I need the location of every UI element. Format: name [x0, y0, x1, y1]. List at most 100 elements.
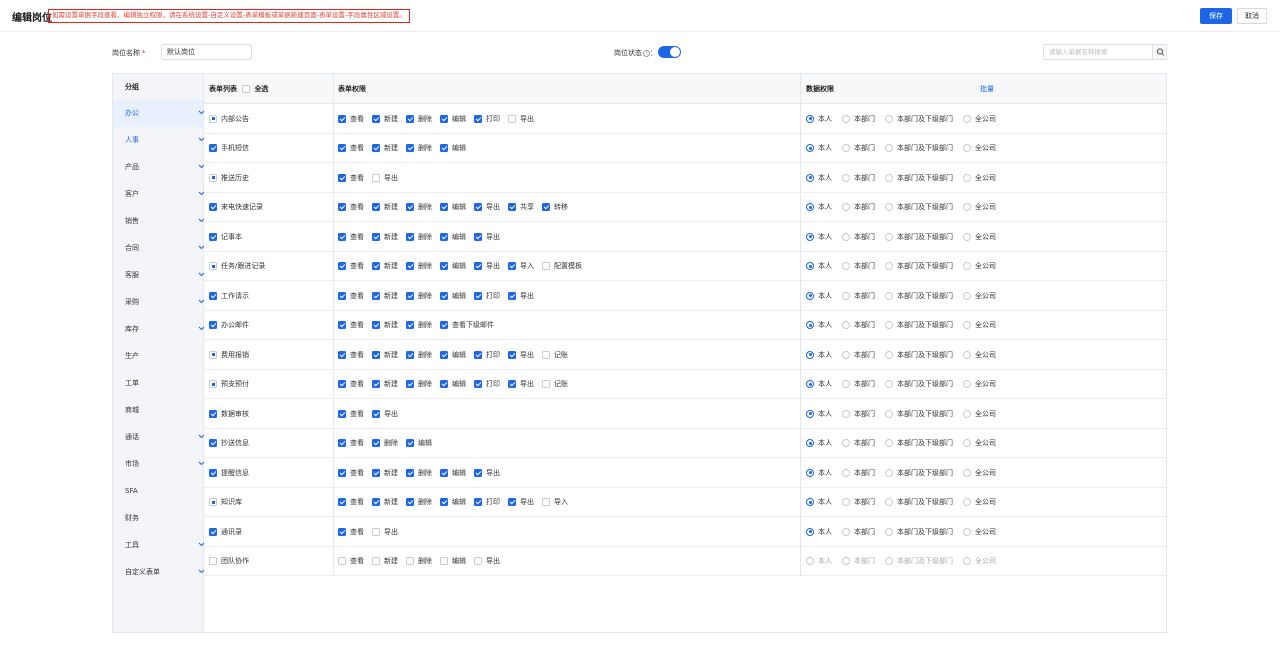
permission-option[interactable]: 导出	[508, 114, 534, 124]
sidebar-group[interactable]: 工单	[113, 370, 203, 397]
scope-radio[interactable]	[842, 232, 850, 241]
permission-option[interactable]: 编辑	[440, 232, 466, 242]
permission-checkbox[interactable]	[338, 321, 346, 329]
scope-radio[interactable]	[885, 557, 893, 565]
permission-option[interactable]: 查看	[338, 143, 364, 153]
scope-option[interactable]: 全公司	[963, 114, 996, 124]
scope-option[interactable]: 本部门	[842, 261, 875, 271]
sidebar-group[interactable]: 库存	[113, 316, 205, 343]
permission-checkbox[interactable]	[338, 262, 346, 270]
scope-option[interactable]: 本部门及下级部门	[885, 232, 953, 242]
scope-radio[interactable]	[806, 439, 814, 447]
sidebar-group[interactable]: 通话	[113, 424, 205, 451]
permission-checkbox[interactable]	[338, 232, 346, 241]
permission-checkbox[interactable]	[372, 557, 380, 565]
scope-radio[interactable]	[842, 321, 850, 329]
permission-checkbox[interactable]	[474, 468, 482, 477]
permission-checkbox[interactable]	[338, 527, 346, 536]
scope-option[interactable]: 本部门及下级部门	[885, 497, 953, 507]
scope-option[interactable]: 本部门及下级部门	[885, 350, 953, 360]
permission-option[interactable]: 新建	[372, 497, 398, 507]
scope-radio[interactable]	[885, 527, 893, 536]
scope-radio[interactable]	[806, 527, 814, 536]
permission-checkbox[interactable]	[440, 203, 448, 211]
scope-radio[interactable]	[806, 291, 814, 300]
permission-checkbox[interactable]	[440, 291, 448, 300]
permission-option[interactable]: 新建	[372, 261, 398, 271]
scope-option[interactable]: 本人	[806, 350, 832, 360]
permission-checkbox[interactable]	[338, 468, 346, 477]
scope-radio[interactable]	[885, 114, 893, 123]
permission-checkbox[interactable]	[474, 380, 482, 388]
form-checkbox[interactable]	[209, 144, 217, 152]
permission-checkbox[interactable]	[372, 350, 380, 359]
permission-option[interactable]: 查看	[338, 497, 364, 507]
permission-option[interactable]: 新建	[372, 350, 398, 360]
sidebar-group[interactable]: 采购	[113, 289, 205, 316]
scope-option[interactable]: 本部门及下级部门	[885, 438, 953, 448]
scope-radio[interactable]	[806, 350, 814, 359]
permission-option[interactable]: 导出	[474, 261, 500, 271]
scope-radio[interactable]	[806, 409, 814, 418]
permission-checkbox[interactable]	[372, 380, 380, 388]
scope-option[interactable]: 本部门及下级部门	[885, 379, 953, 389]
permission-option[interactable]: 打印	[474, 497, 500, 507]
sidebar-group[interactable]: 销售	[113, 208, 205, 235]
scope-option[interactable]: 本部门	[842, 379, 875, 389]
scope-option[interactable]: 本部门及下级部门	[885, 143, 953, 153]
permission-checkbox[interactable]	[338, 350, 346, 359]
permission-checkbox[interactable]	[440, 350, 448, 359]
permission-checkbox[interactable]	[542, 380, 550, 388]
form-checkbox[interactable]	[209, 291, 217, 300]
permission-option[interactable]: 删除	[406, 232, 432, 242]
permission-option[interactable]: 导出	[474, 468, 500, 478]
scope-option[interactable]: 本部门及下级部门	[885, 468, 953, 478]
scope-option[interactable]: 全公司	[963, 173, 996, 183]
scope-radio[interactable]	[842, 350, 850, 359]
scope-radio[interactable]	[842, 144, 850, 152]
scope-radio[interactable]	[806, 468, 814, 477]
permission-checkbox[interactable]	[338, 144, 346, 152]
scope-option[interactable]: 本人	[806, 202, 832, 212]
scope-option[interactable]: 本人	[806, 143, 832, 153]
permission-option[interactable]: 导出	[372, 173, 398, 183]
permission-checkbox[interactable]	[474, 350, 482, 359]
permission-checkbox[interactable]	[474, 232, 482, 241]
scope-option[interactable]: 本人	[806, 114, 832, 124]
save-button[interactable]: 保存	[1200, 8, 1232, 24]
permission-checkbox[interactable]	[372, 203, 380, 211]
scope-option[interactable]: 本部门及下级部门	[885, 527, 953, 537]
scope-option[interactable]: 全公司	[963, 350, 996, 360]
scope-option[interactable]: 本部门	[842, 114, 875, 124]
permission-option[interactable]: 转移	[542, 202, 568, 212]
scope-radio[interactable]	[885, 350, 893, 359]
permission-checkbox[interactable]	[508, 380, 516, 388]
scope-option[interactable]: 本人	[806, 320, 832, 330]
permission-checkbox[interactable]	[474, 498, 482, 506]
scope-radio[interactable]	[842, 380, 850, 388]
scope-radio[interactable]	[842, 173, 850, 182]
scope-option[interactable]: 本部门及下级部门	[885, 291, 953, 301]
permission-option[interactable]: 编辑	[440, 468, 466, 478]
permission-option[interactable]: 新建	[372, 202, 398, 212]
permission-checkbox[interactable]	[372, 527, 380, 536]
permission-option[interactable]: 记账	[542, 379, 568, 389]
scope-radio[interactable]	[806, 114, 814, 123]
scope-option[interactable]: 本部门	[842, 232, 875, 242]
scope-option[interactable]: 全公司	[963, 320, 996, 330]
scope-option[interactable]: 本部门	[842, 173, 875, 183]
permission-checkbox[interactable]	[372, 232, 380, 241]
scope-radio[interactable]	[885, 498, 893, 506]
permission-option[interactable]: 导入	[508, 261, 534, 271]
permission-checkbox[interactable]	[406, 203, 414, 211]
permission-checkbox[interactable]	[440, 380, 448, 388]
permission-option[interactable]: 编辑	[440, 497, 466, 507]
scope-option[interactable]: 本人	[806, 438, 832, 448]
permission-checkbox[interactable]	[406, 498, 414, 506]
permission-option[interactable]: 配置模板	[542, 261, 582, 271]
permission-checkbox[interactable]	[372, 144, 380, 152]
scope-option[interactable]: 全公司	[963, 409, 996, 419]
scope-radio[interactable]	[806, 144, 814, 152]
permission-option[interactable]: 删除	[406, 261, 432, 271]
permission-option[interactable]: 导出	[508, 350, 534, 360]
